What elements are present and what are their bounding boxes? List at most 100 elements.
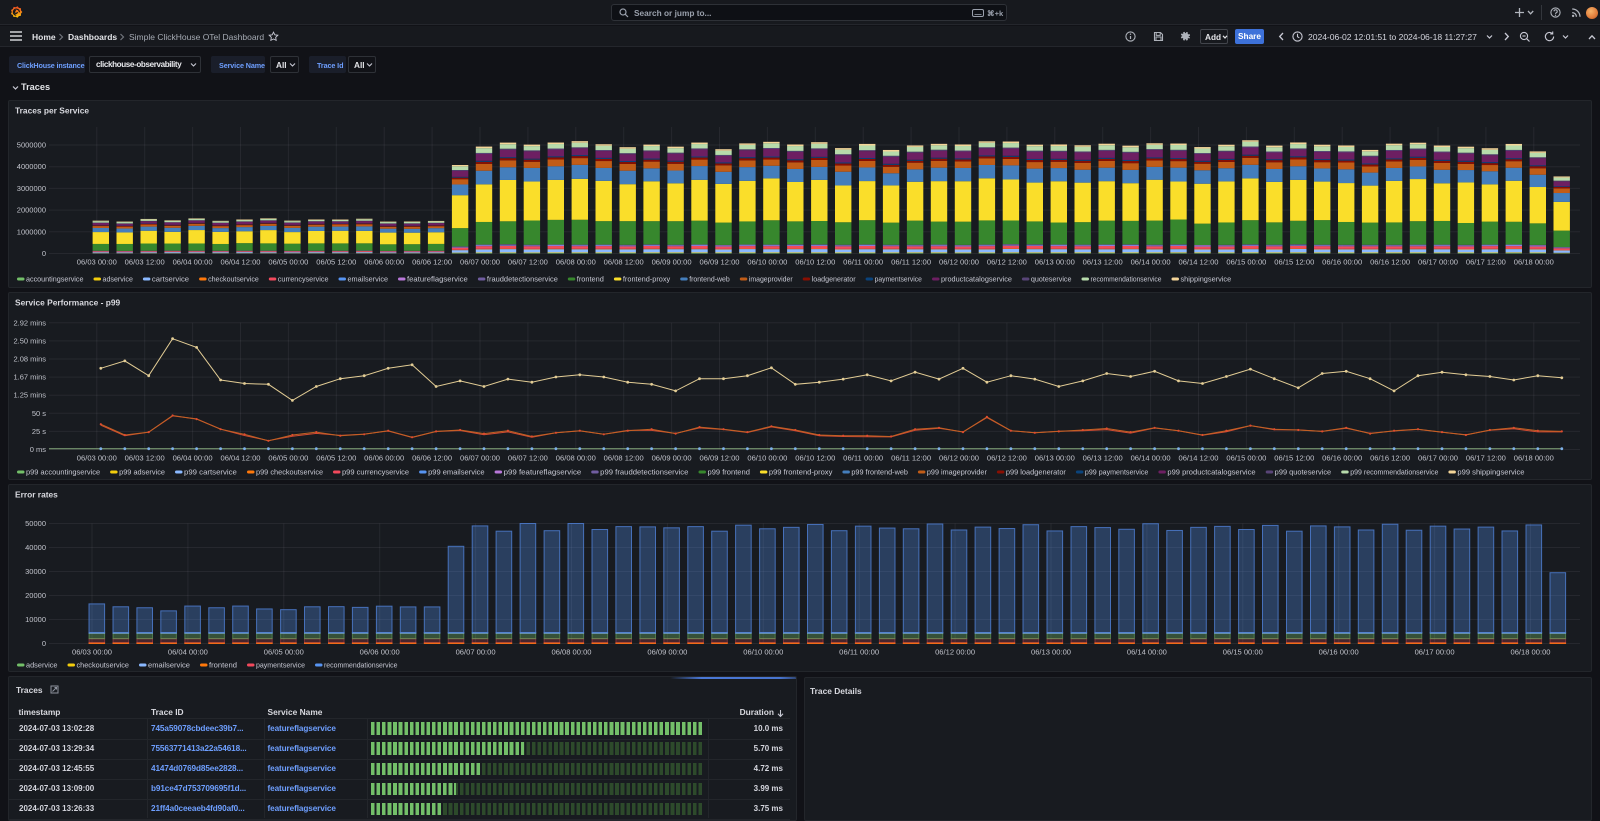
svg-text:adservice: adservice <box>103 275 133 284</box>
svg-text:06/09 12:00: 06/09 12:00 <box>700 454 740 463</box>
svg-text:06/12 00:00: 06/12 00:00 <box>935 648 975 657</box>
svg-text:quoteservice: quoteservice <box>1031 275 1072 284</box>
svg-text:06/13 12:00: 06/13 12:00 <box>1083 258 1123 267</box>
svg-text:06/13 00:00: 06/13 00:00 <box>1035 258 1075 267</box>
svg-text:frontend-web: frontend-web <box>689 275 730 284</box>
svg-text:06/15 00:00: 06/15 00:00 <box>1223 648 1263 657</box>
svg-text:06/18 00:00: 06/18 00:00 <box>1514 258 1554 267</box>
svg-text:0: 0 <box>42 249 46 258</box>
svg-text:p99 recommendationservice: p99 recommendationservice <box>1350 468 1438 477</box>
svg-text:p99 imageprovider: p99 imageprovider <box>927 468 988 477</box>
svg-text:06/07 00:00: 06/07 00:00 <box>460 454 500 463</box>
svg-text:p99 shippingservice: p99 shippingservice <box>1457 468 1524 477</box>
svg-text:accountingservice: accountingservice <box>26 275 84 284</box>
svg-text:06/08 00:00: 06/08 00:00 <box>552 648 592 657</box>
svg-text:06/04 00:00: 06/04 00:00 <box>168 648 208 657</box>
svg-text:frontend: frontend <box>577 275 604 284</box>
svg-text:emailservice: emailservice <box>148 661 190 670</box>
svg-text:06/08 12:00: 06/08 12:00 <box>604 258 644 267</box>
svg-text:06/07 12:00: 06/07 12:00 <box>508 454 548 463</box>
svg-text:06/14 12:00: 06/14 12:00 <box>1179 454 1219 463</box>
svg-text:06/03 12:00: 06/03 12:00 <box>125 454 165 463</box>
svg-text:p99 cartservice: p99 cartservice <box>184 468 237 477</box>
svg-text:06/15 00:00: 06/15 00:00 <box>1226 258 1266 267</box>
svg-text:p99 paymentservice: p99 paymentservice <box>1085 468 1149 477</box>
svg-text:06/05 12:00: 06/05 12:00 <box>316 454 356 463</box>
svg-text:06/06 12:00: 06/06 12:00 <box>412 454 452 463</box>
svg-text:frauddetectionservice: frauddetectionservice <box>487 275 558 284</box>
svg-text:checkoutservice: checkoutservice <box>208 275 259 284</box>
svg-text:06/10 12:00: 06/10 12:00 <box>795 454 835 463</box>
svg-text:25 s: 25 s <box>32 427 46 436</box>
svg-text:06/15 12:00: 06/15 12:00 <box>1274 258 1314 267</box>
svg-text:06/14 00:00: 06/14 00:00 <box>1131 454 1171 463</box>
svg-text:30000: 30000 <box>25 567 46 576</box>
svg-text:1.25 mins: 1.25 mins <box>13 391 46 400</box>
svg-text:06/13 00:00: 06/13 00:00 <box>1035 454 1075 463</box>
svg-text:shippingservice: shippingservice <box>1181 275 1232 284</box>
svg-text:06/06 00:00: 06/06 00:00 <box>360 648 400 657</box>
svg-text:06/17 00:00: 06/17 00:00 <box>1418 454 1458 463</box>
svg-text:p99 frontend: p99 frontend <box>708 468 750 477</box>
svg-text:adservice: adservice <box>26 661 58 670</box>
svg-text:06/10 12:00: 06/10 12:00 <box>795 258 835 267</box>
svg-text:06/06 12:00: 06/06 12:00 <box>412 258 452 267</box>
svg-text:06/07 12:00: 06/07 12:00 <box>508 258 548 267</box>
svg-text:06/09 00:00: 06/09 00:00 <box>652 258 692 267</box>
svg-text:40000: 40000 <box>25 543 46 552</box>
svg-text:emailservice: emailservice <box>348 275 389 284</box>
svg-text:0: 0 <box>42 639 46 648</box>
svg-text:06/11 12:00: 06/11 12:00 <box>891 454 931 463</box>
svg-text:2.92 mins: 2.92 mins <box>13 318 46 327</box>
svg-text:06/16 00:00: 06/16 00:00 <box>1322 258 1362 267</box>
svg-text:p99 quoteservice: p99 quoteservice <box>1275 468 1332 477</box>
svg-text:06/04 00:00: 06/04 00:00 <box>173 258 213 267</box>
svg-text:3000000: 3000000 <box>17 184 46 193</box>
svg-text:06/03 00:00: 06/03 00:00 <box>72 648 112 657</box>
svg-text:06/06 00:00: 06/06 00:00 <box>364 454 404 463</box>
svg-text:06/12 12:00: 06/12 12:00 <box>987 258 1027 267</box>
svg-text:06/14 12:00: 06/14 12:00 <box>1179 258 1219 267</box>
svg-text:imageprovider: imageprovider <box>749 275 793 284</box>
svg-text:06/05 00:00: 06/05 00:00 <box>264 648 304 657</box>
svg-text:06/07 00:00: 06/07 00:00 <box>460 258 500 267</box>
svg-text:06/09 12:00: 06/09 12:00 <box>700 258 740 267</box>
svg-text:1000000: 1000000 <box>17 227 46 236</box>
svg-text:50 s: 50 s <box>32 409 46 418</box>
svg-text:06/06 00:00: 06/06 00:00 <box>364 258 404 267</box>
svg-text:06/04 12:00: 06/04 12:00 <box>221 454 261 463</box>
svg-text:06/18 00:00: 06/18 00:00 <box>1514 454 1554 463</box>
svg-text:p99 frauddetectionservice: p99 frauddetectionservice <box>600 468 688 477</box>
svg-text:06/10 00:00: 06/10 00:00 <box>747 454 787 463</box>
svg-text:06/03 00:00: 06/03 00:00 <box>77 454 117 463</box>
svg-text:06/08 12:00: 06/08 12:00 <box>604 454 644 463</box>
svg-text:p99 loadgenerator: p99 loadgenerator <box>1006 468 1067 477</box>
svg-text:06/15 12:00: 06/15 12:00 <box>1274 454 1314 463</box>
svg-text:recommendationservice: recommendationservice <box>324 661 398 670</box>
svg-text:p99 frontend-proxy: p99 frontend-proxy <box>769 468 833 477</box>
svg-text:06/12 12:00: 06/12 12:00 <box>987 454 1027 463</box>
svg-text:recommendationservice: recommendationservice <box>1091 275 1162 284</box>
svg-text:5000000: 5000000 <box>17 141 46 150</box>
svg-text:06/04 12:00: 06/04 12:00 <box>221 258 261 267</box>
svg-text:Service Performance - p99: Service Performance - p99 <box>15 298 121 308</box>
svg-text:06/05 00:00: 06/05 00:00 <box>268 454 308 463</box>
svg-text:frontend-proxy: frontend-proxy <box>623 275 671 284</box>
svg-text:checkoutservice: checkoutservice <box>77 661 130 670</box>
svg-text:2000000: 2000000 <box>17 206 46 215</box>
svg-text:Traces per Service: Traces per Service <box>15 106 89 116</box>
svg-text:06/14 00:00: 06/14 00:00 <box>1127 648 1167 657</box>
svg-text:06/10 00:00: 06/10 00:00 <box>743 648 783 657</box>
svg-text:p99 adservice: p99 adservice <box>119 468 165 477</box>
svg-text:06/17 00:00: 06/17 00:00 <box>1418 258 1458 267</box>
svg-text:10000: 10000 <box>25 615 46 624</box>
svg-text:06/17 00:00: 06/17 00:00 <box>1415 648 1455 657</box>
svg-text:06/07 00:00: 06/07 00:00 <box>456 648 496 657</box>
svg-text:06/13 00:00: 06/13 00:00 <box>1031 648 1071 657</box>
svg-text:loadgenerator: loadgenerator <box>812 275 856 284</box>
svg-text:06/11 00:00: 06/11 00:00 <box>843 454 883 463</box>
svg-text:06/11 00:00: 06/11 00:00 <box>839 648 879 657</box>
svg-text:cartservice: cartservice <box>152 275 189 284</box>
svg-text:06/11 00:00: 06/11 00:00 <box>843 258 883 267</box>
svg-text:06/03 00:00: 06/03 00:00 <box>77 258 117 267</box>
